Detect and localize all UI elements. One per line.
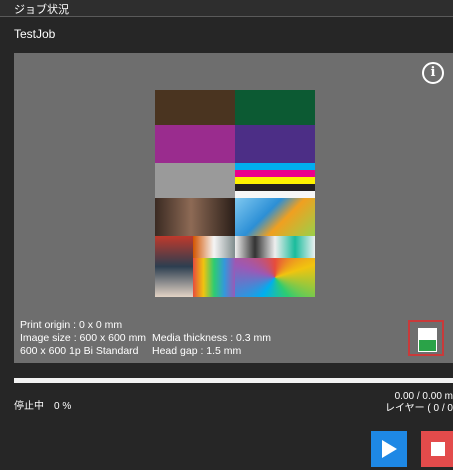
print-status: 停止中 0 % [14, 401, 72, 412]
print-origin-text: Print origin : 0 x 0 mm [20, 319, 123, 331]
progress-bar [14, 378, 453, 383]
length-counter: 0.00 / 0.00 m [394, 391, 453, 402]
window-title: ジョブ状況 [14, 4, 69, 16]
print-thumbnail [155, 90, 315, 297]
head-gap-text: Head gap : 1.5 mm [152, 345, 242, 357]
play-icon [382, 440, 397, 458]
layer-counter: レイヤー ( 0 / 0 [384, 403, 453, 414]
media-button[interactable] [408, 320, 444, 356]
play-button[interactable] [371, 431, 407, 467]
title-bar: ジョブ状況 [0, 0, 453, 17]
stop-button[interactable] [421, 431, 453, 467]
info-circle-icon[interactable]: i [422, 62, 444, 84]
image-size-text: Image size : 600 x 600 mm [20, 332, 147, 344]
media-icon [418, 328, 437, 352]
stop-icon [431, 442, 445, 456]
progress-counts: 0.00 / 0.00 m レイヤー ( 0 / 0 [385, 391, 453, 415]
print-preview-panel: i Print origin : 0 x 0 mm Image size : 6… [14, 53, 453, 363]
resolution-text: 600 x 600 1p Bi Standard [20, 345, 139, 357]
job-name: TestJob [14, 27, 56, 41]
media-thickness-text: Media thickness : 0.3 mm [152, 332, 272, 344]
